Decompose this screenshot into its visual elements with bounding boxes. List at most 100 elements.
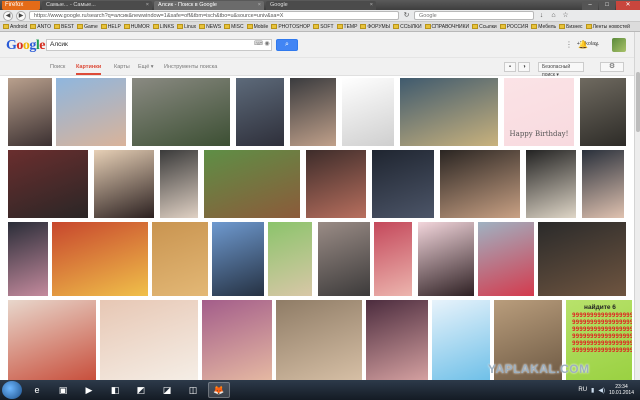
- bookmark-folder[interactable]: TEMP: [336, 24, 357, 30]
- image-result-thumbnail[interactable]: [478, 222, 534, 296]
- image-result-thumbnail[interactable]: [268, 222, 312, 296]
- maximize-icon[interactable]: □: [599, 1, 615, 10]
- bookmark-folder[interactable]: Ленты новостей: [585, 24, 630, 30]
- tab-search-tools[interactable]: Инструменты поиска: [164, 64, 217, 70]
- bookmark-folder[interactable]: Android: [3, 24, 27, 30]
- image-result-thumbnail[interactable]: [432, 300, 490, 380]
- image-result-thumbnail[interactable]: [526, 150, 576, 218]
- bookmark-folder[interactable]: NEWS: [199, 24, 221, 30]
- image-result-thumbnail[interactable]: [8, 300, 96, 380]
- bookmark-folder[interactable]: СПРАВОЧНИКИ: [424, 24, 469, 30]
- image-result-thumbnail[interactable]: [100, 300, 198, 380]
- browser-tab-2[interactable]: Алсик - Поиск в Google ×: [154, 1, 264, 10]
- reload-icon[interactable]: ↻: [402, 11, 411, 20]
- avatar[interactable]: [612, 38, 626, 52]
- image-result-thumbnail[interactable]: Happy Birthday!: [504, 78, 574, 146]
- notifications-icon[interactable]: 🔔: [578, 40, 588, 50]
- url-bar[interactable]: https://www.google.ru/search?q=алсик&new…: [29, 11, 399, 20]
- image-result-thumbnail[interactable]: [8, 150, 88, 218]
- image-result-thumbnail[interactable]: [318, 222, 370, 296]
- image-result-thumbnail[interactable]: [580, 78, 626, 146]
- image-result-thumbnail[interactable]: [276, 300, 362, 380]
- image-result-thumbnail[interactable]: [8, 222, 48, 296]
- ie-icon[interactable]: e: [26, 382, 48, 398]
- image-result-thumbnail[interactable]: [202, 300, 272, 380]
- image-result-thumbnail[interactable]: [160, 150, 198, 218]
- bookmark-folder[interactable]: SOFT: [313, 24, 334, 30]
- image-result-thumbnail[interactable]: [366, 300, 428, 380]
- start-button[interactable]: [2, 381, 22, 399]
- bookmark-folder[interactable]: ССЫЛКИ: [393, 24, 422, 30]
- firefox-icon[interactable]: 🦊: [208, 382, 230, 398]
- grid-view-icon[interactable]: ▪: [504, 62, 516, 72]
- image-result-thumbnail[interactable]: [152, 222, 208, 296]
- image-result-thumbnail[interactable]: [342, 78, 394, 146]
- bookmark-folder[interactable]: Бизнес: [559, 24, 583, 30]
- settings-gear-icon[interactable]: ⚙: [600, 62, 624, 72]
- minimize-icon[interactable]: –: [582, 1, 598, 10]
- search-engine-input[interactable]: Google: [414, 11, 534, 20]
- image-result-thumbnail[interactable]: [236, 78, 284, 146]
- close-window-icon[interactable]: ✕: [616, 1, 640, 10]
- download-icon[interactable]: ↓: [537, 11, 546, 20]
- image-result-thumbnail[interactable]: [306, 150, 366, 218]
- bookmark-folder[interactable]: ANTO: [30, 24, 51, 30]
- image-result-thumbnail[interactable]: [204, 150, 300, 218]
- bookmark-folder[interactable]: HELP: [100, 24, 121, 30]
- forward-icon[interactable]: ▶: [16, 10, 26, 21]
- page-scrollbar[interactable]: [634, 32, 640, 380]
- clock[interactable]: 23:34 10.01.2014: [609, 384, 634, 396]
- close-icon[interactable]: ×: [370, 1, 373, 10]
- explorer-icon[interactable]: ▣: [52, 382, 74, 398]
- apps-grid-icon[interactable]: ⋮: [564, 40, 574, 50]
- image-result-thumbnail[interactable]: [52, 222, 148, 296]
- bookmark-folder[interactable]: MISC: [224, 24, 244, 30]
- bookmark-folder[interactable]: Linux: [177, 24, 196, 30]
- close-icon[interactable]: ×: [146, 1, 149, 10]
- home-icon[interactable]: ⌂: [549, 11, 558, 20]
- camera-icon[interactable]: ⌨ ◉: [254, 40, 270, 47]
- network-icon[interactable]: ▮: [591, 387, 594, 394]
- bookmark-folder[interactable]: PHOTOSHOP: [271, 24, 310, 30]
- bookmark-folder[interactable]: Mobile: [246, 24, 268, 30]
- image-result-thumbnail[interactable]: [440, 150, 520, 218]
- image-result-thumbnail[interactable]: [418, 222, 474, 296]
- app3-icon[interactable]: ◪: [156, 382, 178, 398]
- tab-more[interactable]: Ещё ▾: [138, 64, 154, 70]
- close-icon[interactable]: ×: [258, 1, 261, 10]
- back-icon[interactable]: ◀: [3, 10, 13, 21]
- bookmark-folder[interactable]: Ссылки: [472, 24, 497, 30]
- tab-images[interactable]: Картинки: [76, 64, 102, 75]
- image-result-thumbnail[interactable]: [212, 222, 264, 296]
- language-indicator[interactable]: RU: [578, 387, 587, 393]
- image-result-thumbnail[interactable]: [538, 222, 626, 296]
- bookmark-folder[interactable]: HUMOR: [123, 24, 150, 30]
- color-view-icon[interactable]: ◑: [518, 62, 530, 72]
- browser-tab-1[interactable]: Самые... - Самые... ×: [42, 1, 152, 10]
- share-plus-icon[interactable]: +: [592, 40, 602, 50]
- firefox-menu-button[interactable]: Firefox: [2, 1, 40, 10]
- app-icon[interactable]: ◧: [104, 382, 126, 398]
- image-result-thumbnail[interactable]: [374, 222, 412, 296]
- tab-maps[interactable]: Карты: [114, 64, 130, 70]
- browser-tab-3[interactable]: Google ×: [266, 1, 376, 10]
- image-result-thumbnail[interactable]: [94, 150, 154, 218]
- search-input[interactable]: Алсик: [46, 39, 272, 51]
- safe-search-dropdown[interactable]: Безопасный поиск ▾: [538, 62, 584, 78]
- bookmark-folder[interactable]: Game: [77, 24, 98, 30]
- media-icon[interactable]: ▶: [78, 382, 100, 398]
- image-result-thumbnail[interactable]: [56, 78, 126, 146]
- bookmark-folder[interactable]: РОССИЯ: [499, 24, 528, 30]
- image-result-thumbnail[interactable]: [582, 150, 624, 218]
- search-button[interactable]: ⌕: [276, 39, 298, 51]
- bookmark-folder[interactable]: LINKS: [152, 24, 174, 30]
- google-logo[interactable]: Google: [6, 38, 45, 54]
- image-result-thumbnail[interactable]: [290, 78, 336, 146]
- image-result-thumbnail[interactable]: [8, 78, 52, 146]
- volume-icon[interactable]: ◀): [598, 387, 605, 394]
- app4-icon[interactable]: ◫: [182, 382, 204, 398]
- bookmark-folder[interactable]: BEST: [54, 24, 74, 30]
- image-result-thumbnail[interactable]: [372, 150, 434, 218]
- bookmark-folder[interactable]: Мебель: [531, 24, 556, 30]
- bookmark-folder[interactable]: ФОРУМЫ: [360, 24, 390, 30]
